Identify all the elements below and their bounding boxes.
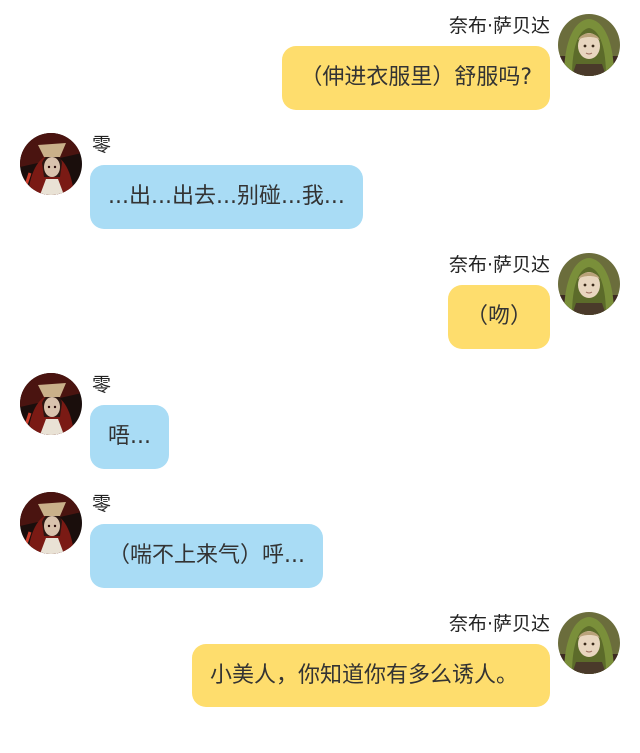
green-hooded-character-avatar-icon[interactable] (558, 253, 620, 315)
message-bubble[interactable]: （喘不上来气）呼... (90, 524, 323, 588)
green-hooded-character-avatar-icon[interactable] (558, 14, 620, 76)
message-bubble[interactable]: （伸进衣服里）舒服吗? (282, 46, 550, 110)
dark-red-character-avatar-icon[interactable] (20, 373, 82, 435)
dark-red-character-avatar-icon[interactable] (20, 492, 82, 554)
message-bubble[interactable]: ...出...出去...别碰...我... (90, 165, 363, 229)
message-bubble[interactable]: （吻） (447, 285, 550, 349)
sender-name: 奈布·萨贝达 (448, 254, 550, 276)
sender-name: 零 (92, 134, 112, 156)
message-bubble[interactable]: 小美人，你知道你有多么诱人。 (192, 644, 550, 707)
sender-name: 零 (92, 493, 112, 515)
sender-name: 零 (92, 374, 112, 396)
sender-name: 奈布·萨贝达 (448, 613, 550, 635)
green-hooded-character-avatar-icon[interactable] (558, 612, 620, 674)
message-bubble[interactable]: 唔... (90, 405, 169, 469)
sender-name: 奈布·萨贝达 (448, 15, 550, 37)
dark-red-character-avatar-icon[interactable] (20, 133, 82, 195)
